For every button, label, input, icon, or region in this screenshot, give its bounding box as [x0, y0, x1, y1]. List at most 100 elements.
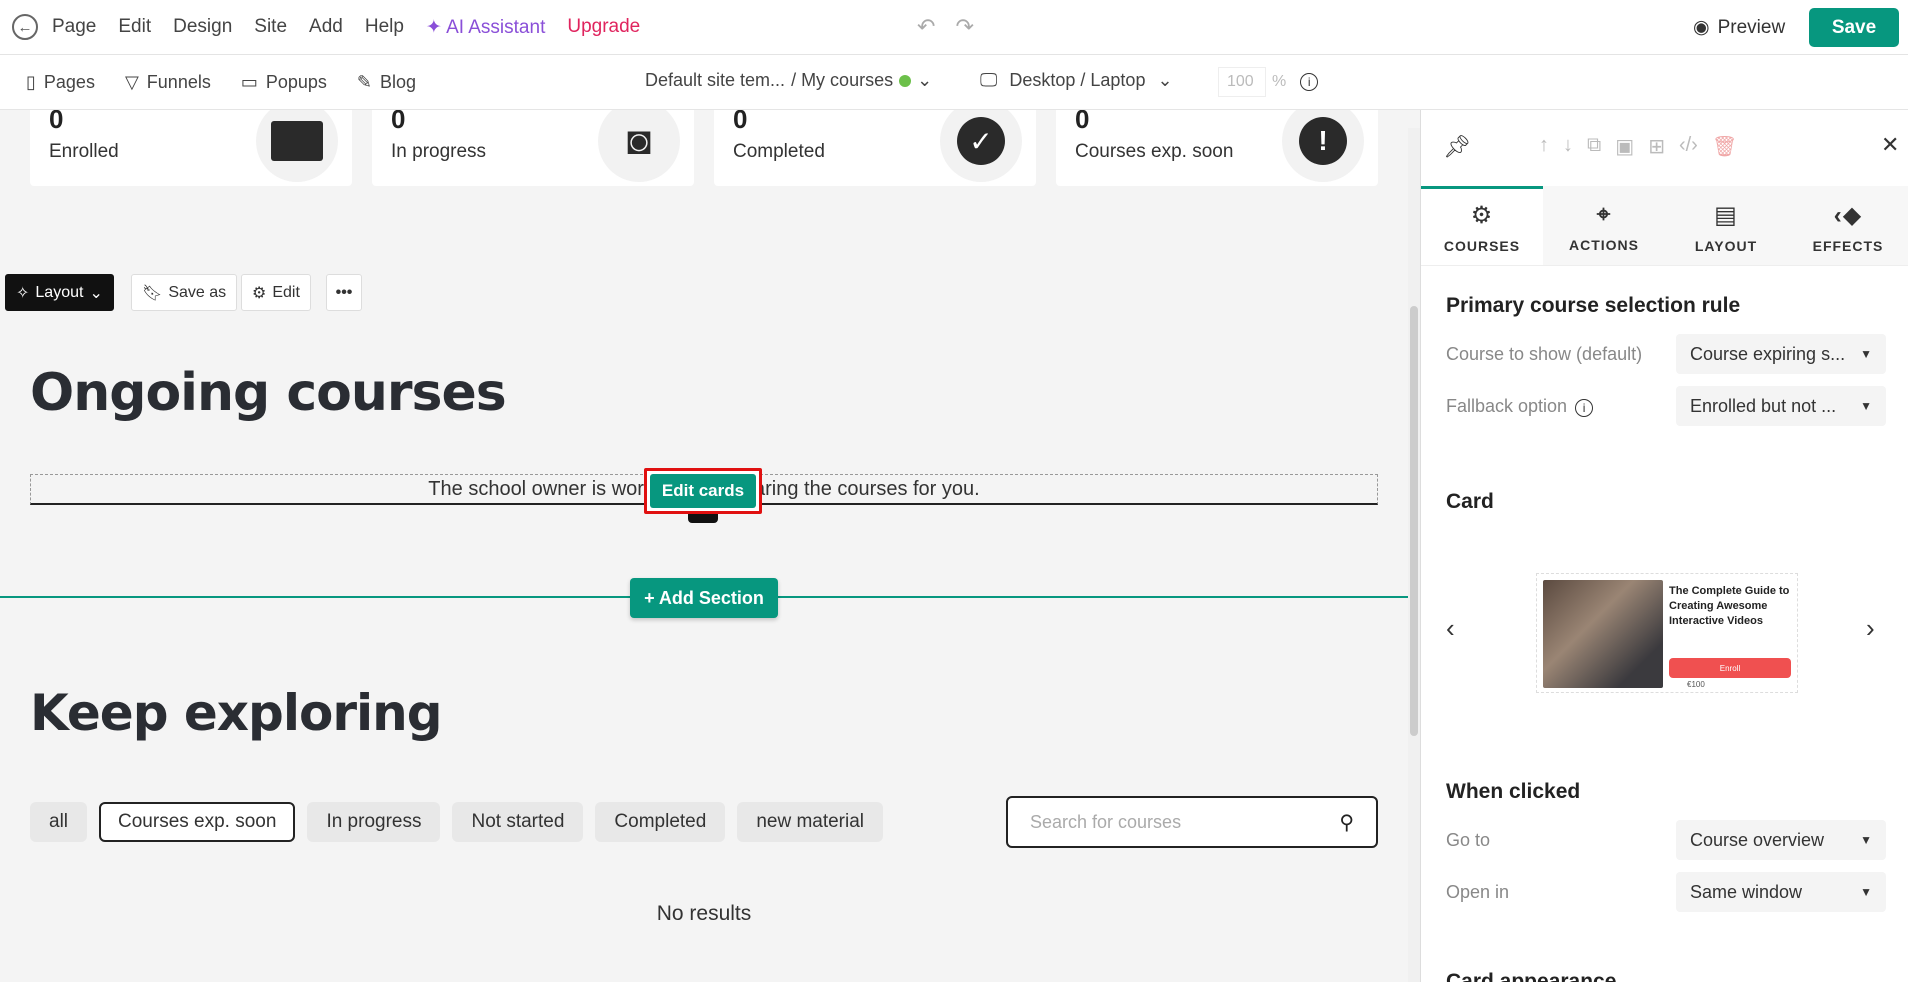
stat-number: 0: [49, 110, 64, 134]
book-icon: [256, 110, 338, 182]
nav-popups[interactable]: ▭ Popups: [241, 72, 327, 93]
search-icon[interactable]: ⚲: [1339, 810, 1354, 835]
nav-blog-label: Blog: [380, 71, 417, 92]
card-title: Card: [1446, 490, 1494, 513]
card-preview[interactable]: The Complete Guide to Creating Awesome I…: [1536, 573, 1798, 693]
caret-down-icon: ▼: [1860, 399, 1872, 413]
menu-edit[interactable]: Edit: [118, 16, 151, 39]
card-style-carousel: ‹ The Complete Guide to Creating Awesome…: [1446, 563, 1886, 703]
panel-tabs: ⚙ COURSES ⌖ ACTIONS ▤ LAYOUT ‹◆ EFFECTS: [1421, 186, 1908, 266]
copy-icon[interactable]: ⧉: [1587, 134, 1601, 159]
tab-courses[interactable]: ⚙ COURSES: [1421, 186, 1543, 265]
paste-icon[interactable]: ▣: [1615, 134, 1634, 159]
stat-number: 0: [1075, 110, 1090, 134]
course-search-input[interactable]: Search for courses ⚲: [1006, 796, 1378, 848]
fallback-select[interactable]: Enrolled but not ... ▼: [1676, 386, 1886, 426]
filter-new-material[interactable]: new material: [737, 802, 884, 842]
menu-site[interactable]: Site: [254, 16, 287, 39]
reader-icon: ◙: [598, 110, 680, 182]
tab-actions-label: ACTIONS: [1569, 237, 1639, 253]
edit-cards-button[interactable]: Edit cards: [650, 474, 756, 508]
pin-icon[interactable]: 📌︎: [1443, 134, 1471, 160]
layout-button[interactable]: ✧ Layout ⌄: [5, 274, 114, 311]
nav-funnels[interactable]: ▽ Funnels: [125, 72, 211, 93]
gear-icon: ⚙: [252, 284, 267, 302]
back-arrow-icon[interactable]: ←: [12, 14, 38, 40]
exclamation-icon: !: [1282, 110, 1364, 182]
scrollbar-thumb[interactable]: [1410, 306, 1418, 736]
effects-icon: ‹◆: [1833, 201, 1863, 229]
course-to-show-value: Course expiring s...: [1690, 343, 1846, 364]
filter-courses-exp-soon[interactable]: Courses exp. soon: [99, 802, 296, 842]
save-button[interactable]: Save: [1809, 8, 1899, 47]
zoom-control: 100 % i: [1218, 67, 1319, 97]
more-options-button[interactable]: •••: [326, 274, 362, 311]
tab-actions[interactable]: ⌖ ACTIONS: [1543, 186, 1665, 265]
chevron-left-icon[interactable]: ‹: [1446, 613, 1455, 644]
published-status-dot: [899, 74, 912, 87]
site-nav: ▯ Pages ▽ Funnels ▭ Popups ✎ Blog: [26, 72, 416, 93]
course-to-show-select[interactable]: Course expiring s... ▼: [1676, 334, 1886, 374]
search-placeholder: Search for courses: [1030, 811, 1182, 832]
ongoing-courses-heading: Ongoing courses: [30, 363, 507, 423]
code-icon[interactable]: ‹/›: [1679, 134, 1698, 159]
stat-card-completed: 0 Completed ✓: [714, 110, 1036, 186]
primary-rule-title: Primary course selection rule: [1446, 294, 1741, 317]
trash-icon[interactable]: 🗑︎: [1712, 134, 1737, 159]
menu-add[interactable]: Add: [309, 16, 343, 39]
eye-icon: ◉: [1693, 17, 1710, 38]
panel-toolbar: 📌︎ ↑ ↓ ⧉ ▣ ⊞ ‹/› 🗑︎ ✕: [1421, 110, 1908, 186]
filter-in-progress[interactable]: In progress: [307, 802, 441, 842]
no-results-text: No results: [656, 902, 752, 925]
chevron-right-icon[interactable]: ›: [1866, 613, 1875, 644]
filter-all[interactable]: all: [30, 802, 88, 842]
zoom-input[interactable]: 100: [1218, 67, 1266, 97]
layout-icon: ▤: [1714, 201, 1738, 229]
add-section-button[interactable]: + Add Section: [630, 578, 778, 618]
drag-handle[interactable]: [688, 514, 718, 523]
undo-icon[interactable]: ↶: [917, 14, 935, 40]
menu-page[interactable]: Page: [52, 16, 96, 39]
preview-button[interactable]: ◉ Preview: [1693, 16, 1785, 39]
chevron-down-icon: ⌄: [1157, 70, 1173, 90]
keep-exploring-heading: Keep exploring: [30, 684, 443, 742]
preview-label: Preview: [1717, 16, 1786, 38]
device-selector[interactable]: 🖵 Desktop / Laptop ⌄: [980, 70, 1173, 91]
info-icon[interactable]: i: [1575, 398, 1594, 417]
menu-help[interactable]: Help: [365, 16, 404, 39]
upgrade-link[interactable]: Upgrade: [567, 16, 640, 39]
filter-completed[interactable]: Completed: [595, 802, 726, 842]
save-as-button[interactable]: 🔖︎ Save as: [131, 274, 238, 311]
blog-icon: ✎: [356, 71, 373, 92]
menu-design[interactable]: Design: [173, 16, 232, 39]
save-as-label: Save as: [168, 283, 227, 301]
card-preview-enroll: Enroll: [1669, 658, 1791, 678]
caret-down-icon: ▼: [1860, 347, 1872, 361]
course-to-show-row: Course to show (default) Course expiring…: [1446, 334, 1886, 374]
chevron-down-icon: ⌄: [917, 70, 933, 90]
popup-icon: ▭: [240, 71, 258, 92]
card-appearance-title: Card appearance: [1446, 970, 1617, 982]
goto-select[interactable]: Course overview ▼: [1676, 820, 1886, 860]
page-icon: ▯: [26, 71, 36, 92]
fallback-label-wrap: Fallback option i: [1446, 396, 1594, 417]
sparkle-icon: ✦: [425, 16, 447, 38]
duplicate-icon[interactable]: ⊞: [1648, 134, 1665, 159]
redo-icon[interactable]: ↷: [955, 14, 973, 40]
nav-blog[interactable]: ✎ Blog: [357, 72, 416, 93]
edit-section-button[interactable]: ⚙ Edit: [241, 274, 311, 311]
filter-not-started[interactable]: Not started: [452, 802, 584, 842]
page-selector[interactable]: Default site tem... / My courses ⌄: [645, 70, 932, 91]
tab-layout[interactable]: ▤ LAYOUT: [1665, 186, 1787, 265]
close-icon[interactable]: ✕: [1881, 132, 1899, 158]
tab-effects[interactable]: ‹◆ EFFECTS: [1787, 186, 1908, 265]
move-up-icon[interactable]: ↑: [1539, 134, 1549, 159]
openin-select[interactable]: Same window ▼: [1676, 872, 1886, 912]
info-icon[interactable]: i: [1300, 73, 1319, 91]
magic-wand-icon: ✧: [16, 284, 30, 302]
stat-card-in-progress: 0 In progress ◙: [372, 110, 694, 186]
ai-assistant-button[interactable]: ✦ AI Assistant: [426, 16, 545, 39]
move-down-icon[interactable]: ↓: [1563, 134, 1573, 159]
canvas-scrollbar[interactable]: [1408, 128, 1420, 982]
nav-pages[interactable]: ▯ Pages: [26, 72, 95, 93]
